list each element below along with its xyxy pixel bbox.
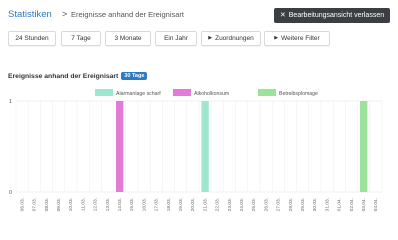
breadcrumb-root[interactable]: Statistiken bbox=[8, 9, 52, 20]
legend-swatch bbox=[258, 89, 276, 96]
x-tick-label: 06.03. bbox=[19, 198, 25, 211]
assignments-dropdown-button[interactable]: ▶ Zuordnungen bbox=[201, 31, 261, 46]
y-tick-label: 1 bbox=[9, 99, 12, 105]
x-tick-label: 29.03. bbox=[300, 198, 306, 211]
assignments-label: Zuordnungen bbox=[215, 35, 254, 42]
section-title: Ereignisse anhand der Ereignisart 30 Tage bbox=[8, 72, 148, 80]
x-tick-label: 28.03. bbox=[288, 198, 294, 211]
x-tick-label: 24.03. bbox=[239, 198, 245, 211]
x-tick-label: 26.03. bbox=[263, 198, 269, 211]
exit-edit-view-button[interactable]: ✕ Bearbeitungsansicht verlassen bbox=[274, 8, 390, 23]
legend-swatch bbox=[173, 89, 191, 96]
x-tick-label: 04.04. bbox=[373, 198, 379, 211]
x-tick-label: 08.03. bbox=[44, 198, 50, 211]
caret-right-icon: ▶ bbox=[274, 35, 279, 41]
x-tick-label: 11.03. bbox=[80, 198, 86, 211]
section-title-text: Ereignisse anhand der Ereignisart bbox=[8, 73, 119, 80]
filter-7d-label: 7 Tage bbox=[71, 35, 91, 42]
bar bbox=[201, 101, 209, 192]
period-badge: 30 Tage bbox=[121, 72, 148, 80]
event-type-chart: 0 1 06.03. 07.03. 08.03. 09.03. 10.03. 11.03. 12… bbox=[0, 82, 398, 222]
filter-24h-button[interactable]: 24 Stunden bbox=[8, 31, 56, 46]
top-bar: Statistiken > Ereignisse anhand der Erei… bbox=[6, 8, 390, 24]
x-tick-label: 16.03. bbox=[141, 198, 147, 211]
bar bbox=[116, 101, 124, 192]
x-tick-label: 23.03. bbox=[227, 198, 233, 211]
x-tick-label: 09.03. bbox=[56, 198, 62, 211]
x-tick-label: 07.03. bbox=[32, 198, 38, 211]
filter-1y-label: Ein Jahr bbox=[164, 35, 188, 42]
x-tick-label: 17.03. bbox=[154, 198, 160, 211]
legend-label: Alarmanlage scharf bbox=[116, 91, 161, 97]
more-filters-label: Weitere Filter bbox=[281, 35, 320, 42]
x-tick-label: 30.03. bbox=[312, 198, 318, 211]
x-tick-label: 10.03. bbox=[68, 198, 74, 211]
x-tick-label: 27.03. bbox=[276, 198, 282, 211]
bar bbox=[360, 101, 368, 192]
breadcrumb-separator: > bbox=[62, 9, 68, 19]
x-tick-label: 02.04. bbox=[349, 198, 355, 211]
chart-svg: 0 1 06.03. 07.03. 08.03. 09.03. 10.03. 11.03. 12… bbox=[9, 89, 383, 211]
x-tick-label: 13.03. bbox=[105, 198, 111, 211]
x-tick-label: 14.03. bbox=[117, 198, 123, 211]
x-tick-label: 19.03. bbox=[178, 198, 184, 211]
legend-label: Betreibsplomage bbox=[279, 91, 318, 97]
more-filters-button[interactable]: ▶ Weitere Filter bbox=[264, 31, 330, 46]
y-tick-label: 0 bbox=[9, 190, 12, 196]
x-tick-label: 12.03. bbox=[93, 198, 99, 211]
x-tick-label: 15.03. bbox=[129, 198, 135, 211]
filter-3m-button[interactable]: 3 Monate bbox=[105, 31, 151, 46]
x-tick-label: 20.03. bbox=[190, 198, 196, 211]
filter-24h-label: 24 Stunden bbox=[15, 35, 49, 42]
x-tick-label: 18.03. bbox=[166, 198, 172, 211]
legend-label: Alkoholkonsum bbox=[194, 91, 229, 97]
exit-edit-view-label: Bearbeitungsansicht verlassen bbox=[288, 12, 385, 19]
x-tick-label: 01.04. bbox=[337, 198, 343, 211]
close-icon: ✕ bbox=[279, 12, 286, 19]
filter-3m-label: 3 Monate bbox=[114, 35, 142, 42]
x-tick-label: 25.03. bbox=[251, 198, 257, 211]
legend-swatch bbox=[95, 89, 113, 96]
filter-7d-button[interactable]: 7 Tage bbox=[61, 31, 101, 46]
filter-1y-button[interactable]: Ein Jahr bbox=[155, 31, 197, 46]
breadcrumb-current: Ereignisse anhand der Ereignisart bbox=[71, 10, 184, 19]
caret-right-icon: ▶ bbox=[208, 35, 213, 41]
x-tick-label: 21.03. bbox=[202, 198, 208, 211]
x-tick-label: 31.03. bbox=[324, 198, 330, 211]
x-tick-label: 22.03. bbox=[215, 198, 221, 211]
x-tick-label: 03.04. bbox=[361, 198, 367, 211]
